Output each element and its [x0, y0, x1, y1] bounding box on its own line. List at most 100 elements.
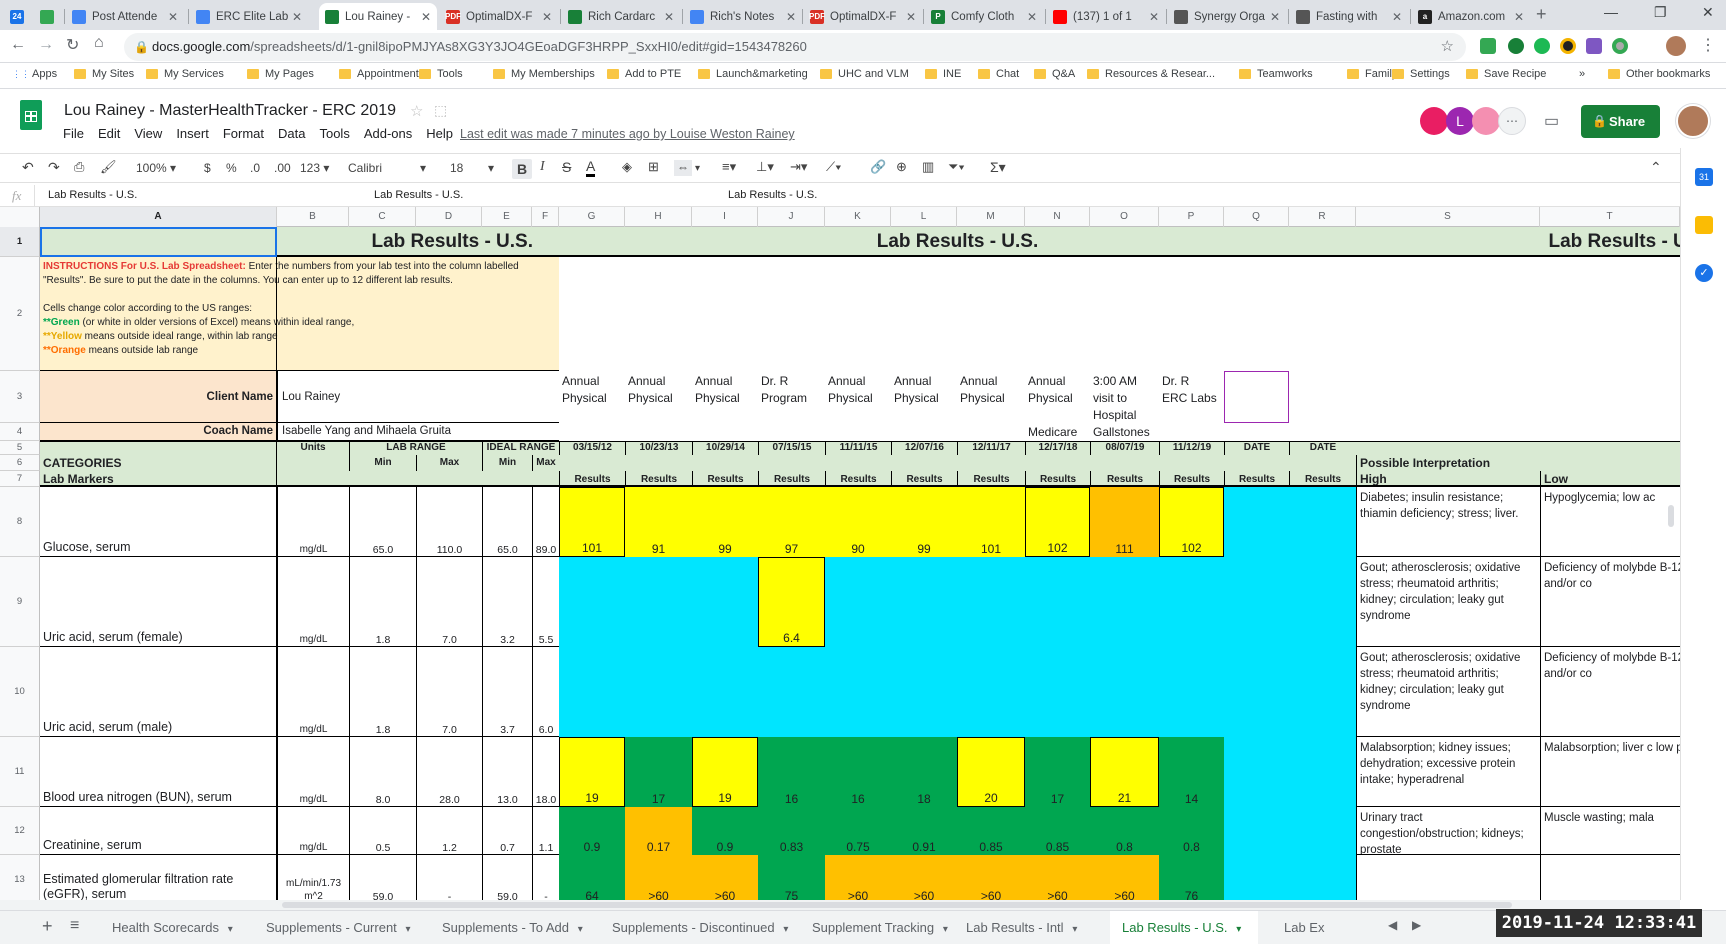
close-tab-icon[interactable]: ✕	[906, 10, 916, 24]
valign-icon[interactable]: ⊥▾	[756, 159, 774, 175]
print-icon[interactable]: ⎙	[74, 159, 84, 175]
paint-format-icon[interactable]: 🖌	[100, 159, 117, 175]
sheet-tab-menu-icon[interactable]: ▾	[1234, 924, 1241, 935]
row-header[interactable]: 11	[0, 737, 40, 807]
align-icon[interactable]: ≡▾	[722, 159, 736, 175]
close-tab-icon[interactable]: ✕	[664, 10, 674, 24]
close-tab-icon[interactable]: ✕	[542, 10, 552, 24]
redo-icon[interactable]: ↷	[48, 159, 60, 176]
select-all-corner[interactable]	[0, 207, 40, 227]
menu-view[interactable]: View	[134, 126, 162, 141]
column-header[interactable]: J	[758, 207, 825, 227]
bookmark-item[interactable]: Other bookmarks	[1608, 68, 1710, 80]
row-header[interactable]: 1	[0, 227, 40, 257]
vertical-scrollbar-thumb[interactable]	[1668, 505, 1674, 527]
currency-button[interactable]: $	[204, 161, 211, 175]
menu-addons[interactable]: Add-ons	[364, 126, 412, 141]
close-tab-icon[interactable]: ✕	[1149, 10, 1159, 24]
bookmark-item[interactable]: Tools	[419, 68, 463, 80]
bookmark-item[interactable]: UHC and VLM	[820, 68, 909, 80]
browser-tab[interactable]	[34, 3, 62, 30]
sheet-tab[interactable]: Supplements - Discontinued ▾	[600, 911, 788, 944]
extension-icon[interactable]	[1508, 38, 1524, 54]
sheets-logo-icon[interactable]	[20, 100, 42, 130]
row-header[interactable]: 7	[0, 471, 40, 487]
browser-tab[interactable]: Post Attende ✕	[66, 3, 184, 30]
menu-file[interactable]: File	[63, 126, 84, 141]
text-color-icon[interactable]: A	[586, 158, 596, 177]
close-window-icon[interactable]: ✕	[1702, 4, 1714, 21]
browser-tab[interactable]: (137) 1 of 1 ✕	[1047, 3, 1165, 30]
column-header[interactable]: D	[416, 207, 482, 227]
menu-data[interactable]: Data	[278, 126, 305, 141]
sheet-tab[interactable]: Supplement Tracking ▾	[800, 911, 948, 944]
menu-edit[interactable]: Edit	[98, 126, 120, 141]
column-header[interactable]: N	[1025, 207, 1090, 227]
keep-icon[interactable]	[1695, 216, 1713, 234]
reload-icon[interactable]: ↻	[66, 35, 79, 55]
scroll-tabs-right-icon[interactable]: ▶	[1412, 918, 1421, 932]
wrap-icon[interactable]: ⇥▾	[790, 159, 807, 175]
close-tab-icon[interactable]: ✕	[786, 10, 796, 24]
filter-icon[interactable]: ⏷▾	[948, 159, 965, 175]
sheet-tab-menu-icon[interactable]: ▾	[1070, 924, 1077, 935]
column-header[interactable]: G	[559, 207, 625, 227]
strikethrough-icon[interactable]: S	[562, 159, 571, 175]
row-header[interactable]: 2	[0, 257, 40, 371]
row-header[interactable]: 13	[0, 855, 40, 900]
column-header[interactable]: A	[40, 207, 277, 227]
comments-icon[interactable]: ▭	[1544, 111, 1559, 131]
comment-icon[interactable]: ⊕	[896, 159, 907, 175]
close-tab-icon[interactable]: ✕	[1392, 10, 1402, 24]
scrollbar-thumb[interactable]	[282, 902, 1512, 908]
bookmark-item[interactable]: ⋮⋮ Apps	[12, 68, 57, 80]
menu-format[interactable]: Format	[223, 126, 264, 141]
share-button[interactable]: 🔒 Share	[1581, 105, 1660, 138]
collaborator-avatar[interactable]	[1472, 107, 1500, 135]
bookmark-item[interactable]: Chat	[978, 68, 1019, 80]
menu-help[interactable]: Help	[426, 126, 453, 141]
collaborator-avatar[interactable]	[1420, 107, 1448, 135]
browser-tab[interactable]: Rich Cardarc ✕	[562, 3, 680, 30]
functions-icon[interactable]: Σ▾	[990, 159, 1006, 176]
decrease-decimal-button[interactable]: .0	[250, 161, 260, 175]
bookmark-item[interactable]: Teamworks	[1239, 68, 1313, 80]
calendar-icon[interactable]: 31	[1695, 168, 1713, 186]
sheet-tab-menu-icon[interactable]: ▾	[940, 924, 948, 935]
browser-tab[interactable]: Rich's Notes ✕	[684, 3, 802, 30]
collapse-toolbar-icon[interactable]: ⌃	[1650, 159, 1662, 176]
close-tab-icon[interactable]: ✕	[1027, 10, 1037, 24]
row-header[interactable]: 10	[0, 647, 40, 737]
undo-icon[interactable]: ↶	[22, 159, 34, 176]
bookmark-item[interactable]: Save Recipe	[1466, 68, 1546, 80]
column-header[interactable]: H	[625, 207, 692, 227]
column-header[interactable]: O	[1090, 207, 1159, 227]
sheet-tab-menu-icon[interactable]: ▾	[575, 924, 583, 935]
column-header[interactable]: Q	[1224, 207, 1289, 227]
column-header[interactable]: B	[277, 207, 349, 227]
bookmark-item[interactable]: My Pages	[247, 68, 314, 80]
bookmark-item[interactable]: Family	[1347, 68, 1397, 80]
rotate-icon[interactable]: ⟋▾	[826, 159, 841, 175]
zoom-select[interactable]: 100% ▾	[136, 161, 176, 175]
close-tab-icon[interactable]: ✕	[421, 10, 431, 24]
extension-icon[interactable]	[1586, 38, 1602, 54]
more-collaborators-icon[interactable]: ⋯	[1498, 107, 1526, 135]
column-header[interactable]: C	[349, 207, 416, 227]
column-header[interactable]: M	[957, 207, 1025, 227]
sheet-tab[interactable]: Lab Results - U.S. ▾	[1110, 911, 1258, 944]
sheet-tab[interactable]: Health Scorecards ▾	[100, 911, 250, 944]
url-bar[interactable]: 🔒 docs.google.com/spreadsheets/d/1-gnil8…	[124, 33, 1466, 61]
percent-button[interactable]: %	[226, 161, 237, 175]
column-header[interactable]: E	[482, 207, 532, 227]
close-tab-icon[interactable]: ✕	[1270, 10, 1280, 24]
column-header[interactable]: P	[1159, 207, 1224, 227]
bold-icon[interactable]: B	[512, 159, 532, 179]
spreadsheet-grid[interactable]: 1 2 3 4 5 6 7 8 9 10 11 12 13 Lab Results - U.S. Lab R…	[0, 227, 1680, 900]
browser-tab[interactable]: a Amazon.com ✕	[1412, 3, 1530, 30]
merge-cells-icon[interactable]: ⇔	[674, 160, 692, 176]
bookmark-item[interactable]: Q&A	[1034, 68, 1075, 80]
last-edit-link[interactable]: Last edit was made 7 minutes ago by Loui…	[460, 127, 795, 141]
row-header[interactable]: 6	[0, 455, 40, 471]
browser-tab[interactable]: P Comfy Cloth ✕	[925, 3, 1043, 30]
